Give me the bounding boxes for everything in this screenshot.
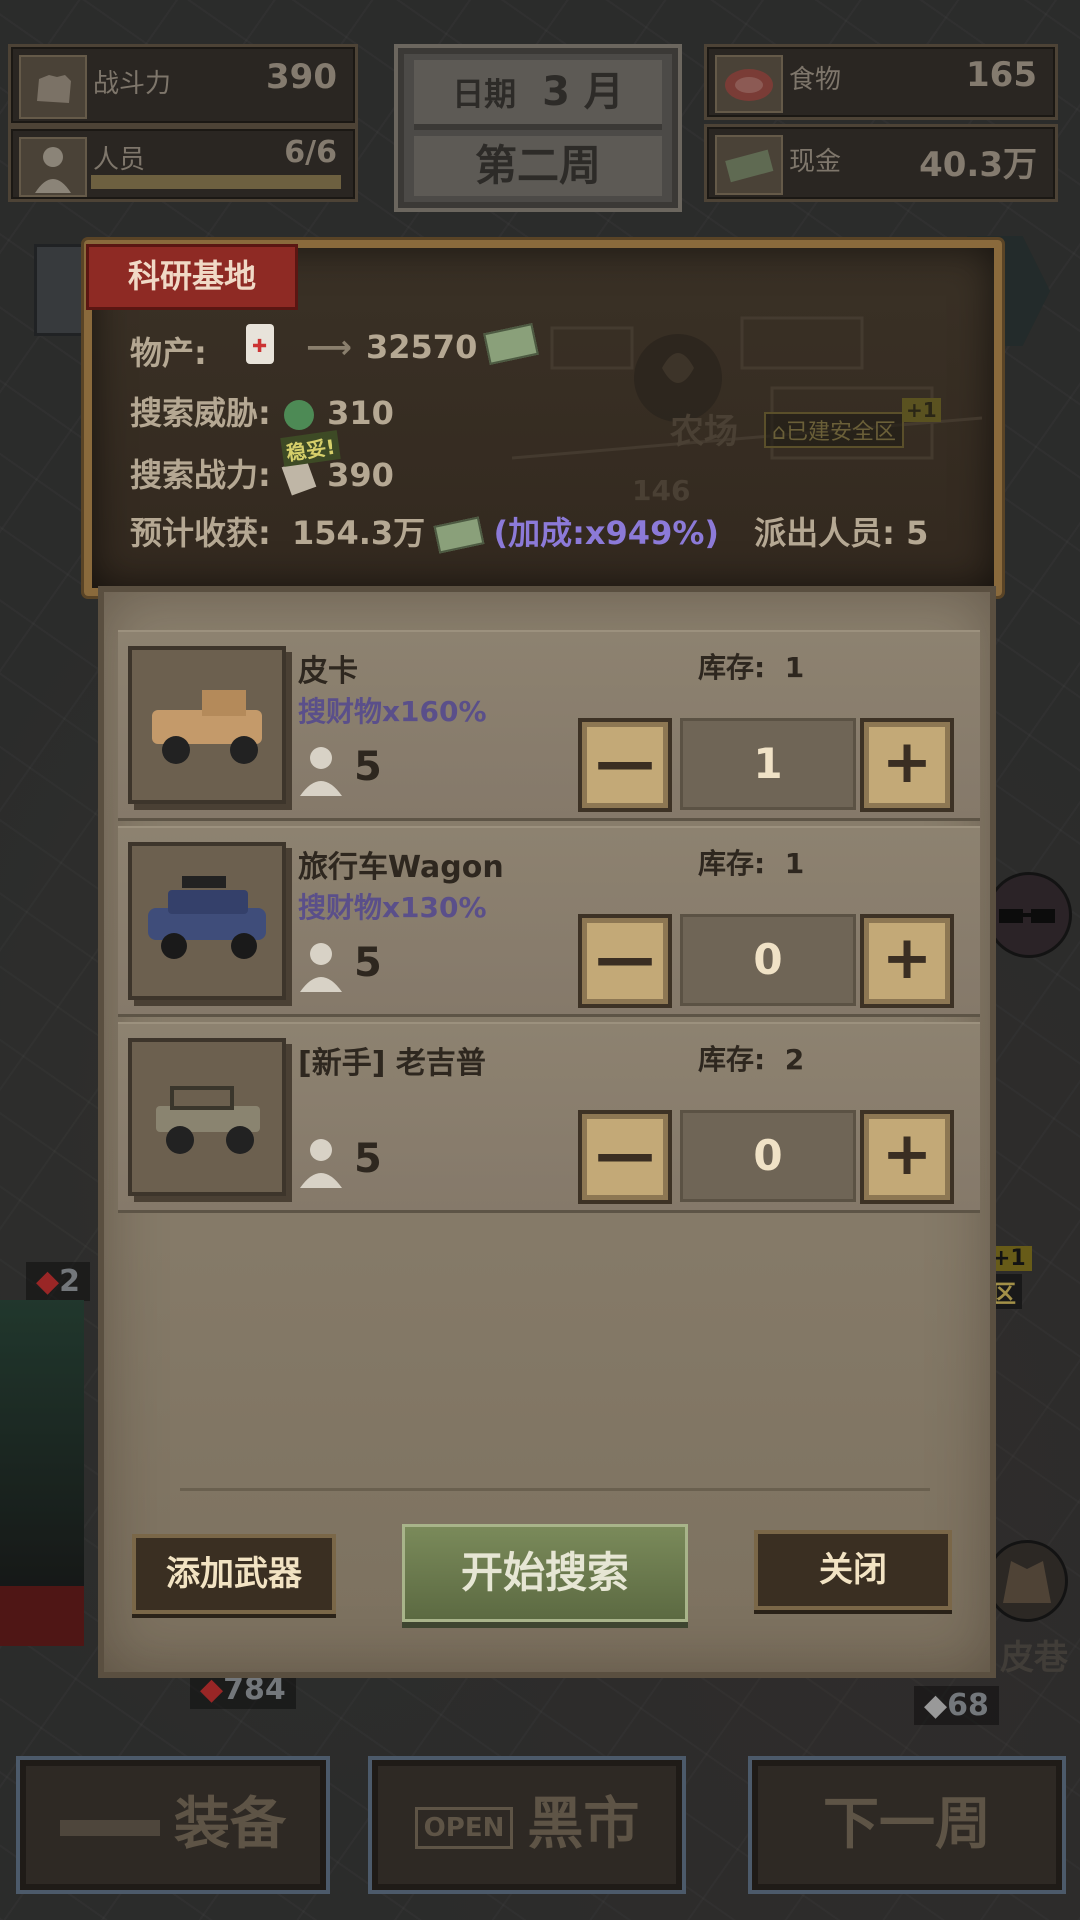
date-panel: 日期 3 月 第二周 (394, 44, 682, 212)
location-title: 科研基地 (86, 244, 298, 310)
date-label: 日期 (452, 75, 517, 113)
vehicle-name: 皮卡 (298, 654, 358, 689)
combat-value: 390 (266, 57, 337, 97)
vehicle-stock: 库存: 2 (698, 1043, 805, 1076)
add-weapon-button[interactable]: 添加武器 (132, 1534, 336, 1614)
week-value: 第二周 (414, 136, 662, 196)
harvest-value: 154.3万 (291, 514, 426, 552)
produce-label: 物产: (130, 334, 207, 372)
harvest-label: 预计收获: (130, 514, 271, 552)
vehicle-bonus: 搜财物x130% (298, 891, 487, 924)
jeep-quantity: 0 (680, 1110, 856, 1202)
crew-count: 5 (354, 744, 382, 790)
fist-icon (19, 55, 87, 119)
pickup-quantity: 1 (680, 718, 856, 810)
cash-stack-small-icon (433, 516, 485, 554)
farm-map-label: 农场 (670, 412, 738, 452)
power-label: 搜索战力: (130, 456, 271, 494)
rifle-icon (60, 1819, 160, 1836)
divider (180, 1488, 930, 1491)
cash-label: 现金 (789, 147, 842, 177)
crew-count: 5 (354, 940, 382, 986)
medicine-bottle-icon: ✚ (246, 324, 274, 364)
crew-count: 5 (354, 1136, 382, 1182)
dispatch-value: 5 (906, 514, 929, 552)
crew-person-icon (300, 943, 342, 992)
food-value: 165 (966, 55, 1037, 95)
members-value: 6/6 (284, 135, 337, 170)
vehicle-row-pickup: 皮卡 搜财物x160% 库存: 1 5 — 1 + (118, 630, 980, 821)
zombie-head-icon (283, 400, 314, 430)
wagon-car-image (128, 842, 286, 1000)
meat-icon (715, 55, 783, 113)
next-week-button[interactable]: 下一周 (748, 1756, 1066, 1894)
close-button[interactable]: 关闭 (754, 1530, 952, 1610)
dispatch-label: 派出人员: (754, 514, 895, 552)
decrease-wagon-button[interactable]: — (578, 914, 672, 1008)
harvest-row: 预计收获: 154.3万 (加成:x949%) 派出人员: 5 (130, 508, 928, 554)
decrease-jeep-button[interactable]: — (578, 1110, 672, 1204)
cash-stat: 现金 40.3万 (704, 124, 1058, 202)
produce-value: 32570 (366, 328, 478, 366)
equipment-button[interactable]: 装备 (16, 1756, 330, 1894)
cash-value: 40.3万 (919, 145, 1037, 185)
arrow-right-icon: ⟶ (306, 328, 352, 366)
combat-power-stat: 战斗力 390 (8, 44, 358, 126)
food-stat: 食物 165 (704, 44, 1058, 120)
wagon-quantity: 0 (680, 914, 856, 1006)
vehicle-row-jeep: [新手] 老吉普 库存: 2 5 — 0 + (118, 1022, 980, 1213)
power-row: 搜索战力: 390 (130, 450, 394, 496)
increase-pickup-button[interactable]: + (860, 718, 954, 812)
open-sign-icon: OPEN (414, 1806, 514, 1849)
combat-label: 战斗力 (93, 69, 172, 99)
produce-row: 物产: ✚ ⟶ 32570 (130, 323, 539, 374)
members-stat: 人员 6/6 (8, 126, 358, 202)
vehicle-name: [新手] 老吉普 (298, 1046, 486, 1081)
home-icon: ⌂ (772, 420, 786, 445)
threat-value: 310 (327, 394, 394, 432)
cash-icon (715, 135, 783, 195)
members-label: 人员 (93, 145, 146, 175)
vehicle-bonus: 搜财物x160% (298, 695, 487, 728)
black-market-button[interactable]: OPEN 黑市 (368, 1756, 686, 1894)
vehicle-row-wagon: 旅行车Wagon 搜财物x130% 库存: 1 5 — 0 + (118, 826, 980, 1017)
old-jeep-image (128, 1038, 286, 1196)
start-search-button[interactable]: 开始搜索 (402, 1524, 688, 1622)
food-label: 食物 (789, 65, 842, 95)
pickup-truck-image (128, 646, 286, 804)
decrease-pickup-button[interactable]: — (578, 718, 672, 812)
crew-person-icon (300, 747, 342, 796)
vehicle-stock: 库存: 1 (698, 847, 805, 880)
increase-jeep-button[interactable]: + (860, 1110, 954, 1204)
vehicle-name: 旅行车Wagon (298, 850, 504, 885)
date-month: 日期 3 月 (414, 60, 662, 130)
members-progress-bar (91, 175, 341, 189)
farm-plus-badge: +1 (902, 398, 941, 422)
threat-row: 搜索威胁: 310 (130, 388, 394, 434)
safe-zone-badge: ⌂已建安全区 (764, 412, 904, 448)
increase-wagon-button[interactable]: + (860, 914, 954, 1008)
threat-label: 搜索威胁: (130, 394, 271, 432)
bonus-text: (加成:x949%) (493, 514, 720, 552)
crew-person-icon (300, 1139, 342, 1188)
person-icon (19, 137, 87, 197)
farm-threat-value: 146 (632, 474, 691, 507)
vehicle-stock: 库存: 1 (698, 651, 805, 684)
power-value: 390 (327, 456, 394, 494)
month-value: 3 月 (542, 69, 624, 115)
